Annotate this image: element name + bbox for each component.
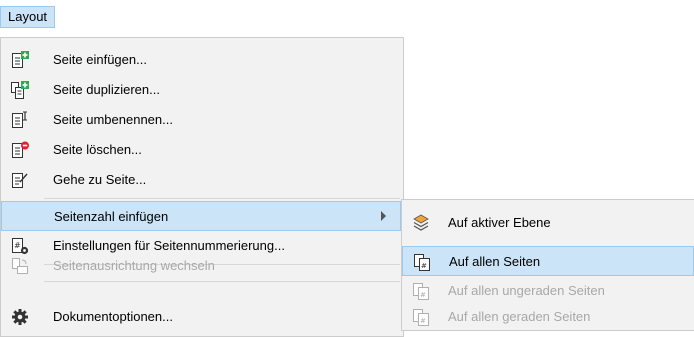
page-orientation-icon [12,258,28,274]
menu-item-document-options[interactable]: Dokumentoptionen... [1,302,401,332]
menu-item-delete-page[interactable]: Seite löschen... [1,135,401,165]
menu-item-go-to-page[interactable]: Gehe zu Seite... [1,165,401,195]
gear-icon [12,309,28,325]
submenu-arrow-icon [381,211,386,221]
menu-top-border [0,37,404,38]
menu-item-rename-page[interactable]: Seite umbenennen... [1,105,401,135]
delete-page-icon [12,141,29,158]
rename-page-icon [12,111,27,128]
submenu-item-on-all-pages[interactable]: # Auf allen Seiten [402,246,694,276]
menu-separator [44,281,400,282]
menu-item-label: Seitenzahl einfügen [54,209,169,224]
all-pages-icon: # [414,254,430,271]
menu-layout[interactable]: Layout [0,6,55,28]
submenu-item-on-even-pages[interactable]: # Auf allen geraden Seiten [402,302,694,332]
menu-item-insert-page-number[interactable]: Seitenzahl einfügen [1,201,401,231]
svg-text:#: # [420,317,426,325]
submenu-item-label: Auf allen ungeraden Seiten [448,283,605,298]
menu-item-label: Seite duplizieren... [53,82,160,97]
menu-item-label: Gehe zu Seite... [53,172,147,187]
menu-item-switch-page-orientation-row[interactable]: Seitenausrichtung wechseln [1,244,401,274]
submenu-item-label: Auf aktiver Ebene [448,215,551,230]
svg-text:#: # [421,262,427,270]
menu-layout-label: Layout [8,9,48,24]
even-pages-icon: # [413,309,429,326]
menu-separator [44,198,400,199]
menu-item-insert-page[interactable]: Seite einfügen... [1,45,401,75]
menu-item-label: Dokumentoptionen... [53,309,173,324]
submenu-item-label: Auf allen Seiten [449,254,541,269]
menu-item-label: Seite einfügen... [53,52,147,67]
duplicate-page-icon [11,81,29,99]
menu-item-label: Seitenausrichtung wechseln [53,258,215,273]
menu-item-duplicate-page[interactable]: Seite duplizieren... [1,75,401,105]
submenu-item-label: Auf allen geraden Seiten [448,309,591,324]
odd-pages-icon: # [413,283,429,300]
go-to-page-icon [12,173,28,188]
menu-item-label: Seite umbenennen... [53,112,173,127]
insert-page-icon [12,51,29,68]
layers-icon [413,214,429,231]
svg-text:#: # [420,291,426,299]
submenu-item-on-active-layer[interactable]: Auf aktiver Ebene [402,208,694,238]
menu-item-label: Seite löschen... [53,142,142,157]
